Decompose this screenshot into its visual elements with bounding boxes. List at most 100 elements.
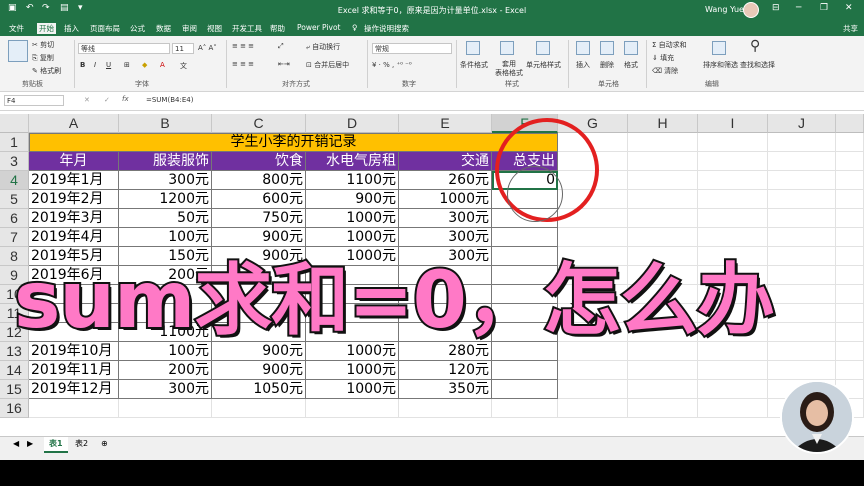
empty-cell[interactable] bbox=[768, 266, 836, 285]
col-header-h[interactable]: H bbox=[628, 114, 698, 133]
row-header[interactable]: 1 bbox=[0, 133, 29, 152]
empty-cell[interactable] bbox=[628, 171, 698, 190]
empty-cell[interactable] bbox=[698, 380, 768, 399]
format-cells-icon[interactable] bbox=[624, 41, 638, 55]
number-format-icons[interactable]: ¥ · % , ⁺⁰ ⁻⁰ bbox=[372, 61, 412, 69]
sheet-title-cell[interactable]: 学生小李的开销记录 bbox=[29, 133, 558, 152]
data-cell[interactable] bbox=[492, 228, 558, 247]
sort-filter-button[interactable]: 排序和筛选 bbox=[703, 60, 738, 70]
row-header[interactable]: 7 bbox=[0, 228, 29, 247]
col-header-k[interactable] bbox=[836, 114, 864, 133]
autosum-button[interactable]: Σ 自动求和 bbox=[652, 40, 687, 50]
data-cell[interactable]: 2019年4月 bbox=[29, 228, 119, 247]
wrap-text-button[interactable]: ⤶ 自动换行 bbox=[306, 42, 340, 52]
col-header-e[interactable]: E bbox=[399, 114, 492, 133]
merge-center-button[interactable]: ⊡ 合并后居中 bbox=[306, 60, 349, 70]
empty-cell[interactable] bbox=[558, 228, 628, 247]
empty-cell[interactable] bbox=[628, 209, 698, 228]
column-header-cell[interactable]: 服装服饰 bbox=[119, 152, 212, 171]
col-header-i[interactable]: I bbox=[698, 114, 768, 133]
data-cell[interactable]: 1000元 bbox=[306, 361, 399, 380]
empty-cell[interactable] bbox=[698, 133, 768, 152]
empty-cell[interactable] bbox=[768, 304, 836, 323]
data-cell[interactable]: 2019年11月 bbox=[29, 361, 119, 380]
column-header-cell[interactable]: 交通 bbox=[399, 152, 492, 171]
tab-power-pivot[interactable]: Power Pivot bbox=[297, 23, 340, 32]
bold-button[interactable]: B bbox=[80, 61, 85, 69]
find-select-icon[interactable]: ⚲ bbox=[750, 38, 760, 54]
tab-formulas[interactable]: 公式 bbox=[130, 23, 145, 34]
data-cell[interactable]: 600元 bbox=[212, 190, 306, 209]
empty-cell[interactable] bbox=[768, 171, 836, 190]
empty-cell[interactable] bbox=[768, 247, 836, 266]
fill-button[interactable]: ⇓ 填充 bbox=[652, 53, 674, 63]
orientation-icon[interactable]: ⤢ bbox=[278, 42, 284, 51]
data-cell[interactable]: 750元 bbox=[212, 209, 306, 228]
empty-cell[interactable] bbox=[698, 152, 768, 171]
data-cell[interactable]: 1000元 bbox=[306, 380, 399, 399]
empty-cell[interactable] bbox=[768, 361, 836, 380]
share-button[interactable]: 共享 bbox=[843, 23, 858, 34]
user-name[interactable]: Wang Yue bbox=[705, 5, 744, 14]
empty-cell[interactable] bbox=[628, 361, 698, 380]
empty-cell[interactable] bbox=[768, 285, 836, 304]
empty-cell[interactable] bbox=[768, 342, 836, 361]
data-cell[interactable]: 2019年3月 bbox=[29, 209, 119, 228]
delete-cells-button[interactable]: 删除 bbox=[600, 60, 614, 70]
cell-styles-icon[interactable] bbox=[536, 41, 550, 55]
sheet-tab-2[interactable]: 表2 bbox=[70, 437, 93, 451]
empty-cell[interactable] bbox=[698, 228, 768, 247]
font-name-box[interactable]: 等线 bbox=[78, 43, 170, 54]
data-cell[interactable]: 900元 bbox=[212, 361, 306, 380]
data-cell[interactable]: 300元 bbox=[399, 228, 492, 247]
align-left-icon[interactable]: ≡ ≡ ≡ bbox=[232, 60, 254, 68]
name-box[interactable]: F4 bbox=[4, 95, 64, 106]
row-header[interactable]: 15 bbox=[0, 380, 29, 399]
column-header-cell[interactable]: 饮食 bbox=[212, 152, 306, 171]
col-header-c[interactable]: C bbox=[212, 114, 306, 133]
select-all-corner[interactable] bbox=[0, 114, 29, 133]
border-icon[interactable]: ⊞ bbox=[124, 61, 130, 69]
row-header[interactable]: 16 bbox=[0, 399, 29, 418]
empty-cell[interactable] bbox=[628, 152, 698, 171]
empty-cell[interactable] bbox=[698, 190, 768, 209]
col-header-d[interactable]: D bbox=[306, 114, 399, 133]
empty-cell[interactable] bbox=[836, 133, 864, 152]
column-header-cell[interactable]: 年月 bbox=[29, 152, 119, 171]
insert-cells-button[interactable]: 插入 bbox=[576, 60, 590, 70]
empty-cell[interactable] bbox=[306, 399, 399, 418]
empty-cell[interactable] bbox=[212, 399, 306, 418]
empty-cell[interactable] bbox=[628, 399, 698, 418]
paste-icon[interactable] bbox=[8, 40, 28, 62]
insert-function-icon[interactable]: fx bbox=[122, 95, 129, 103]
minimize-icon[interactable]: ─ bbox=[796, 3, 801, 13]
font-size-box[interactable]: 11 bbox=[172, 43, 194, 54]
tell-me-search[interactable]: 操作说明搜索 bbox=[364, 23, 409, 34]
align-top-icon[interactable]: ≡ ≡ ≡ bbox=[232, 42, 254, 50]
tab-file[interactable]: 文件 bbox=[9, 23, 24, 34]
empty-cell[interactable] bbox=[628, 228, 698, 247]
empty-cell[interactable] bbox=[836, 361, 864, 380]
data-cell[interactable]: 2019年2月 bbox=[29, 190, 119, 209]
data-cell[interactable]: 300元 bbox=[399, 209, 492, 228]
sort-filter-icon[interactable] bbox=[712, 41, 726, 55]
tab-insert[interactable]: 插入 bbox=[64, 23, 79, 34]
fill-color-icon[interactable]: ◆ bbox=[142, 61, 147, 69]
data-cell[interactable]: 100元 bbox=[119, 228, 212, 247]
row-header[interactable]: 14 bbox=[0, 361, 29, 380]
tab-data[interactable]: 数据 bbox=[156, 23, 171, 34]
empty-cell[interactable] bbox=[558, 361, 628, 380]
empty-cell[interactable] bbox=[628, 133, 698, 152]
data-cell[interactable]: 900元 bbox=[306, 190, 399, 209]
format-painter-button[interactable]: ✎ 格式刷 bbox=[32, 66, 61, 76]
empty-cell[interactable] bbox=[836, 266, 864, 285]
clear-button[interactable]: ⌫ 清除 bbox=[652, 66, 678, 76]
cut-button[interactable]: ✂ 剪切 bbox=[32, 40, 54, 50]
empty-cell[interactable] bbox=[768, 190, 836, 209]
data-cell[interactable]: 300元 bbox=[119, 171, 212, 190]
empty-cell[interactable] bbox=[836, 209, 864, 228]
row-header[interactable]: 3 bbox=[0, 152, 29, 171]
data-cell[interactable]: 1000元 bbox=[399, 190, 492, 209]
data-cell[interactable]: 50元 bbox=[119, 209, 212, 228]
row-header[interactable]: 4 bbox=[0, 171, 29, 190]
